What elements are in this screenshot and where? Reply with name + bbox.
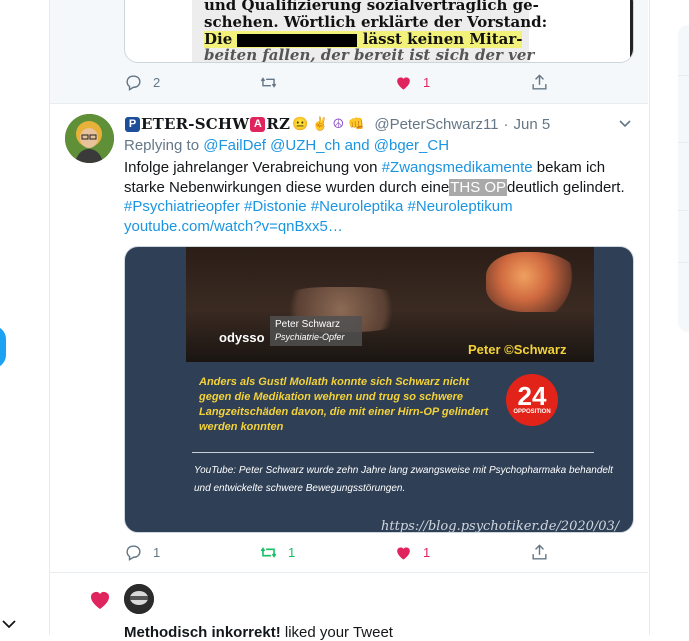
tweet-media-image[interactable]: odysso Peter Schwarz Psychiatrie-Opfer P… <box>124 246 634 533</box>
mention-link[interactable]: @FailDef <box>203 137 266 154</box>
heart-filled-icon <box>91 592 109 609</box>
sidebar-divider <box>678 142 689 143</box>
tweet-media-image[interactable]: und Qualifizierung sozialverträglich ge-… <box>124 0 634 63</box>
notification-action: liked your Tweet <box>284 624 393 641</box>
emoji-peace-icon: ☮ <box>332 116 345 131</box>
compose-button-partial[interactable] <box>0 326 6 368</box>
logo-sub: OPPOSITION <box>513 409 551 415</box>
replying-to: Replying to @FailDef @UZH_ch and @bger_C… <box>124 137 449 154</box>
logo-number: 24 <box>517 381 547 411</box>
like-button[interactable]: 1 <box>394 73 430 92</box>
share-icon <box>532 74 547 90</box>
chevron-down-icon[interactable] <box>618 117 632 131</box>
lower-third-name: Peter Schwarz <box>275 319 341 330</box>
share-icon <box>532 544 547 560</box>
retweet-icon <box>260 547 277 558</box>
external-link[interactable]: youtube.com/watch?v=qnBxx5… <box>124 218 343 235</box>
lower-third: Peter Schwarz Psychiatrie-Opfer <box>270 316 362 346</box>
reply-icon <box>126 75 141 91</box>
image-caption: YouTube: Peter Schwarz wurde zehn Jahre … <box>194 465 613 494</box>
hashtag-link[interactable]: #Neuroleptikum <box>408 198 513 215</box>
share-button[interactable] <box>530 543 549 562</box>
divider <box>192 452 594 453</box>
name-badge-p: P <box>125 116 140 132</box>
heart-filled-icon <box>397 77 410 90</box>
reply-button[interactable]: 1 <box>124 543 160 562</box>
hashtag-link[interactable]: #Zwangsmedikamente <box>382 159 533 176</box>
redaction-bar <box>237 33 358 47</box>
notification-user[interactable]: Methodisch inkorrekt! <box>124 624 281 641</box>
hashtag-link[interactable]: #Neuroleptika <box>311 198 404 215</box>
hashtag-link[interactable]: #Distonie <box>244 198 307 215</box>
avatar[interactable] <box>65 114 114 163</box>
reply-button[interactable]: 2 <box>124 73 160 92</box>
tweet-text-segment: Infolge jahrelanger Verabreichung von <box>124 159 378 176</box>
opposition24-logo: 24 OPPOSITION <box>506 374 558 426</box>
mention-link[interactable]: @bger_CH <box>374 137 449 154</box>
lower-third-sub: Psychiatrie-Opfer <box>275 332 345 342</box>
avatar-graphic <box>124 584 154 614</box>
sidebar-divider <box>678 262 689 263</box>
sidebar-divider <box>678 210 689 211</box>
retweet-icon <box>260 77 277 88</box>
tweet-previous[interactable]: und Qualifizierung sozialverträglich ge-… <box>50 0 648 104</box>
display-name[interactable]: ETER-SCHW <box>141 115 249 133</box>
notification-text: Methodisch inkorrekt! liked your Tweet <box>124 624 393 641</box>
image-url-text: https://blog.psychotiker.de/2020/03/ <box>381 519 620 533</box>
reply-count: 2 <box>153 75 161 90</box>
clipping-line: beiten fallen, der bereit ist sich der v… <box>204 46 535 63</box>
mention-and[interactable]: and <box>345 137 370 154</box>
like-button[interactable]: 1 <box>394 543 430 562</box>
reply-count: 1 <box>153 545 161 560</box>
hashtag-link[interactable]: #Psychiatrieopfer <box>124 198 240 215</box>
name-badge-a: A <box>250 116 266 132</box>
heart-filled-icon <box>397 547 410 560</box>
sidebar-divider <box>678 75 689 76</box>
chevron-down-icon[interactable] <box>2 617 16 631</box>
tweet-text: Infolge jahrelanger Verabreichung von #Z… <box>124 158 634 237</box>
tweet-date[interactable]: Jun 5 <box>514 116 551 133</box>
highlighted-text: THS OP <box>449 178 508 196</box>
video-still: odysso Peter Schwarz Psychiatrie-Opfer P… <box>186 247 594 362</box>
emoji-fist-icon: 👊 <box>348 116 365 131</box>
image-edge <box>630 0 633 62</box>
user-handle[interactable]: @PeterSchwarz11 <box>374 116 498 133</box>
clipping-line: und Qualifizierung sozialverträglich ge- <box>204 0 539 14</box>
image-quote: Anders als Gustl Mollath konnte sich Sch… <box>199 376 489 433</box>
separator-dot: · <box>503 115 509 133</box>
display-name-end[interactable]: RZ <box>266 115 290 133</box>
like-count: 1 <box>423 545 431 560</box>
share-button[interactable] <box>530 73 549 92</box>
retweet-button[interactable] <box>259 73 278 92</box>
replying-label: Replying to <box>124 137 200 154</box>
avatar-portrait <box>65 114 114 163</box>
like-count: 1 <box>423 75 431 90</box>
clipping-line: schehen. Wörtlich erklärte der Vorstand: <box>204 13 548 31</box>
tweet-text-segment: deutlich gelindert. <box>507 178 625 196</box>
watermark: Peter ©Schwarz <box>468 342 567 357</box>
emoji-victory-icon: ✌ <box>312 116 329 131</box>
emoji-face-icon: 😐 <box>292 116 309 131</box>
mention-link[interactable]: @UZH_ch <box>270 137 340 154</box>
reply-icon <box>126 545 141 561</box>
flowers-shape <box>486 252 581 312</box>
tweet-header: P ETER-SCHW A RZ 😐 ✌ ☮ 👊 @PeterSchwarz11… <box>124 115 550 133</box>
retweet-count: 1 <box>288 545 296 560</box>
tv-brand-logo: odysso <box>219 330 265 345</box>
retweet-button[interactable]: 1 <box>259 543 295 562</box>
sidebar-card <box>678 25 689 332</box>
newspaper-clipping: und Qualifizierung sozialverträglich ge-… <box>192 0 547 62</box>
tweet[interactable]: P ETER-SCHW A RZ 😐 ✌ ☮ 👊 @PeterSchwarz11… <box>50 104 648 573</box>
avatar[interactable] <box>124 584 154 614</box>
